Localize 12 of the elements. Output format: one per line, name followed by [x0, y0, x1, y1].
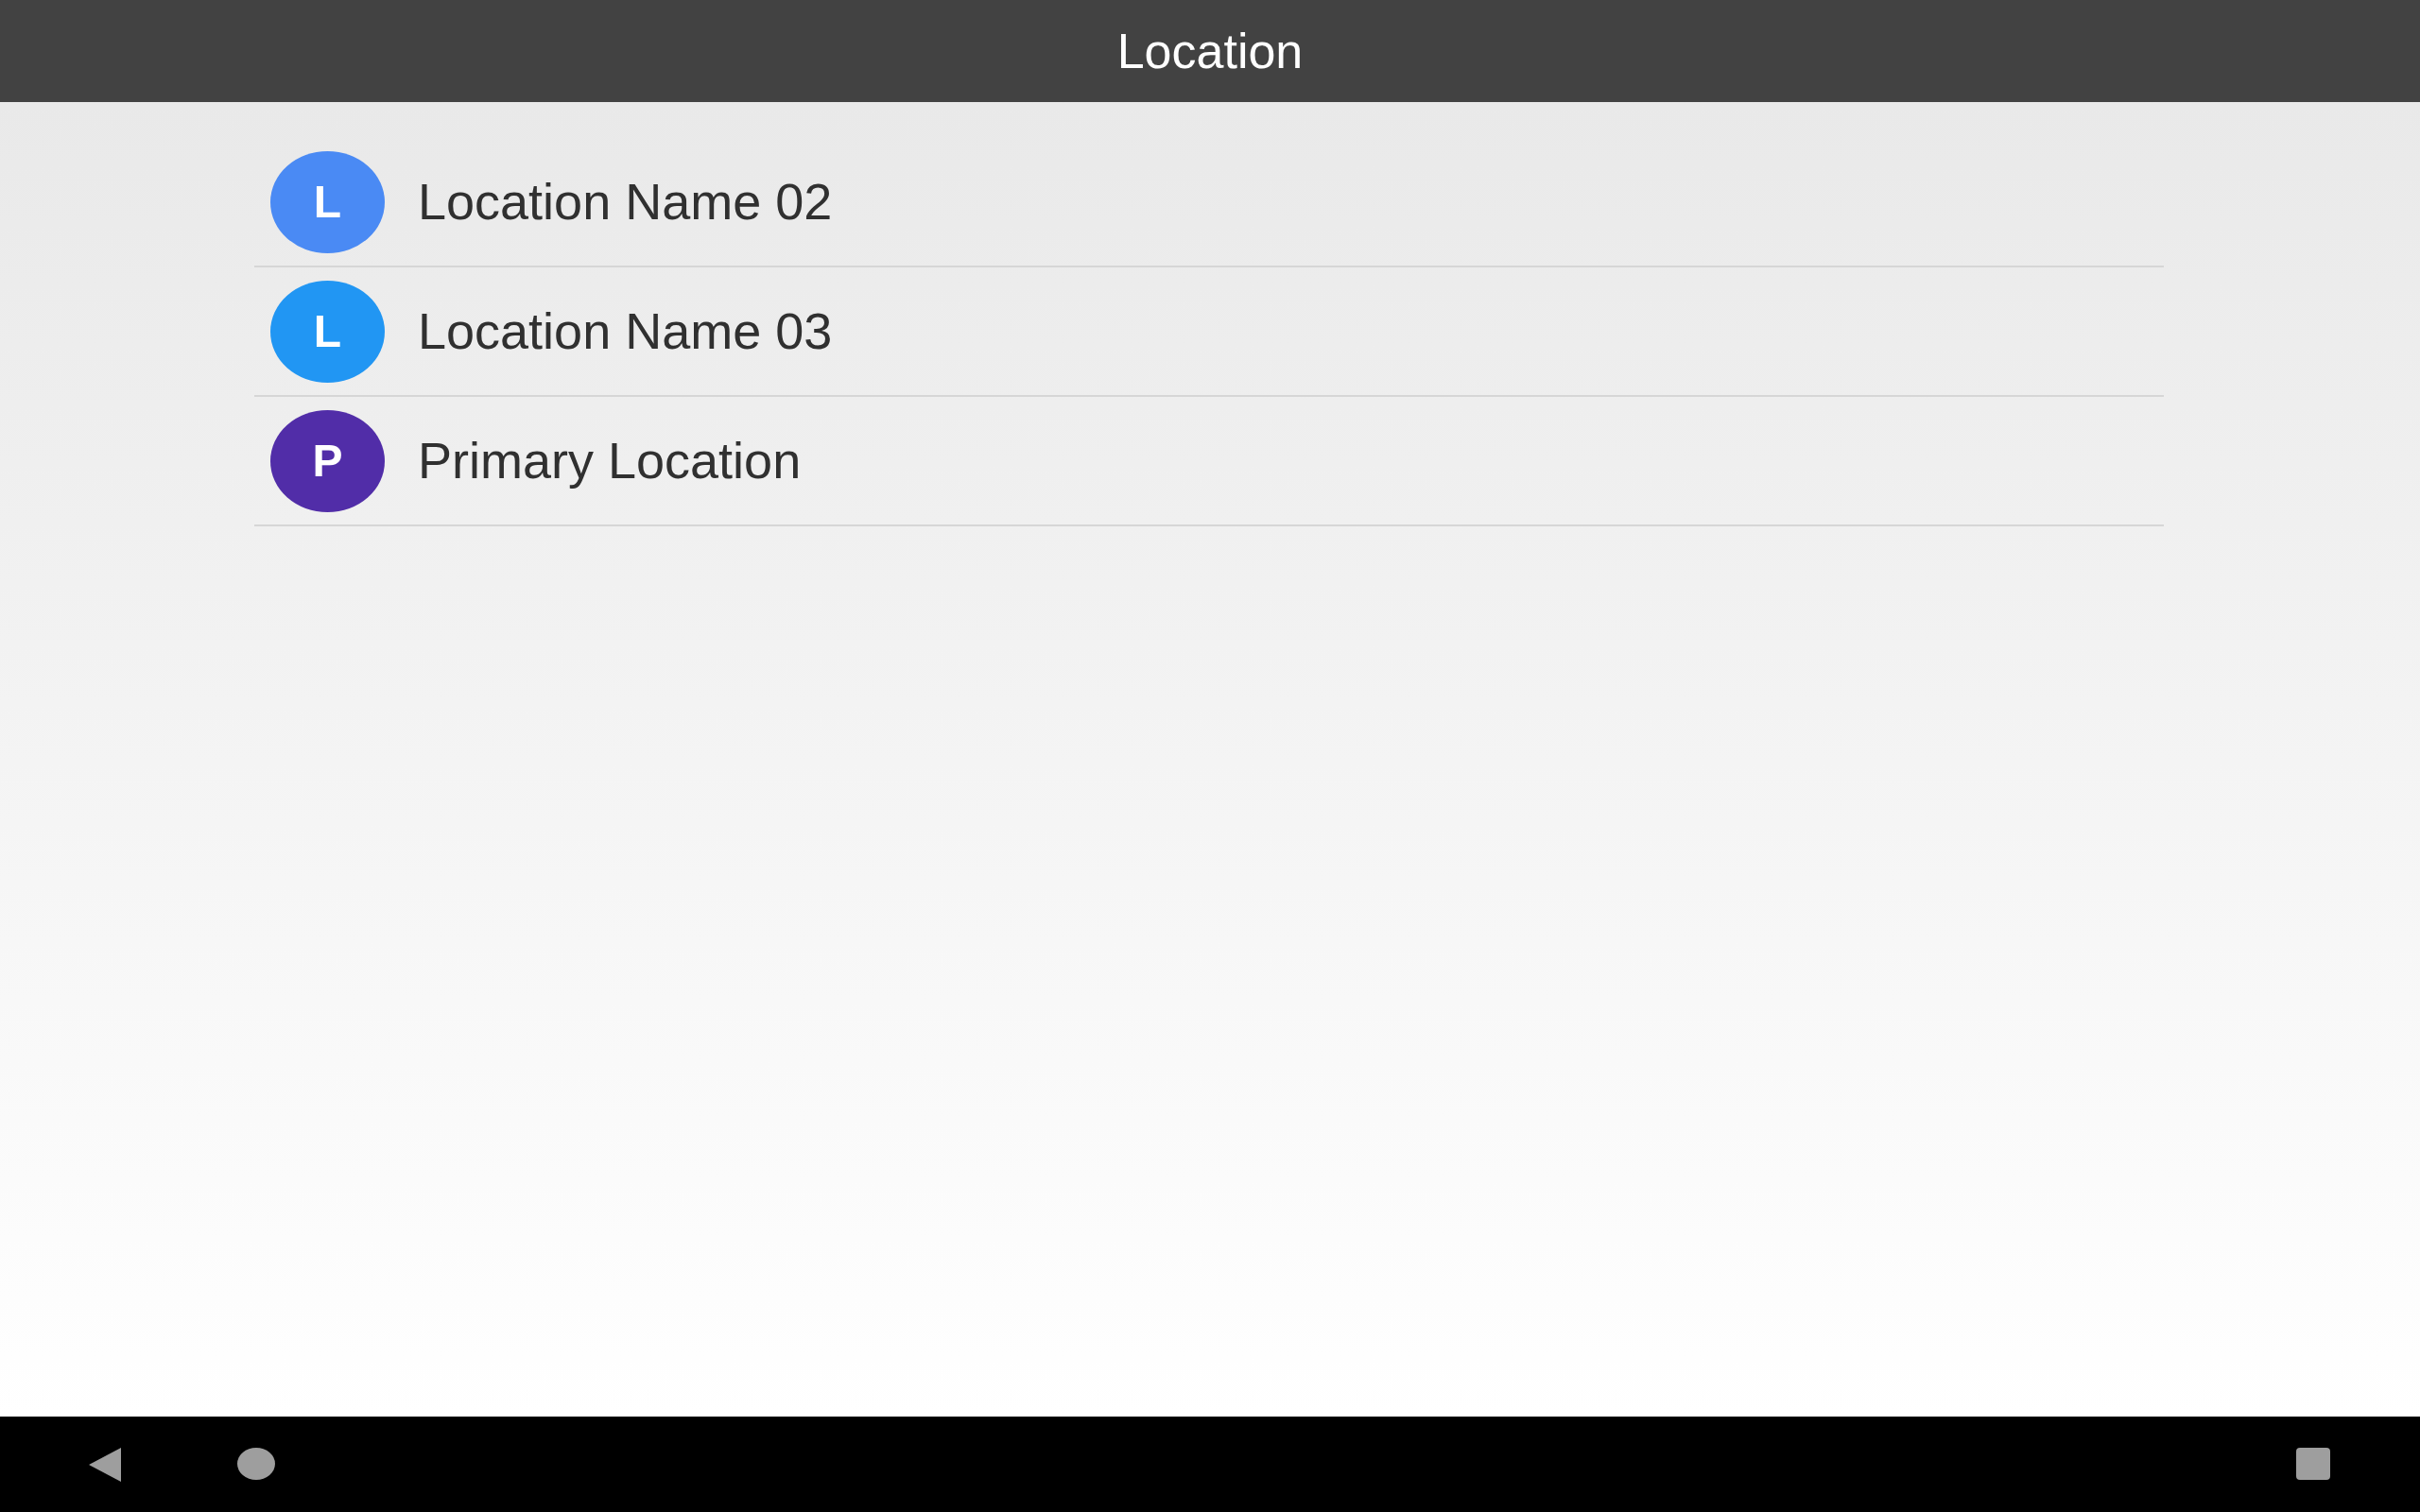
- location-name: Primary Location: [418, 431, 802, 490]
- location-name: Location Name 02: [418, 172, 833, 232]
- location-item[interactable]: L Location Name 02: [254, 138, 2164, 267]
- location-item[interactable]: P Primary Location: [254, 397, 2164, 526]
- location-item[interactable]: L Location Name 03: [254, 267, 2164, 397]
- avatar: P: [270, 409, 385, 512]
- location-name: Location Name 03: [418, 301, 833, 361]
- app-bar-title: Location: [1116, 23, 1304, 80]
- home-icon[interactable]: [237, 1448, 275, 1480]
- avatar: L: [270, 280, 385, 383]
- back-icon[interactable]: [89, 1448, 123, 1482]
- avatar: L: [270, 150, 385, 253]
